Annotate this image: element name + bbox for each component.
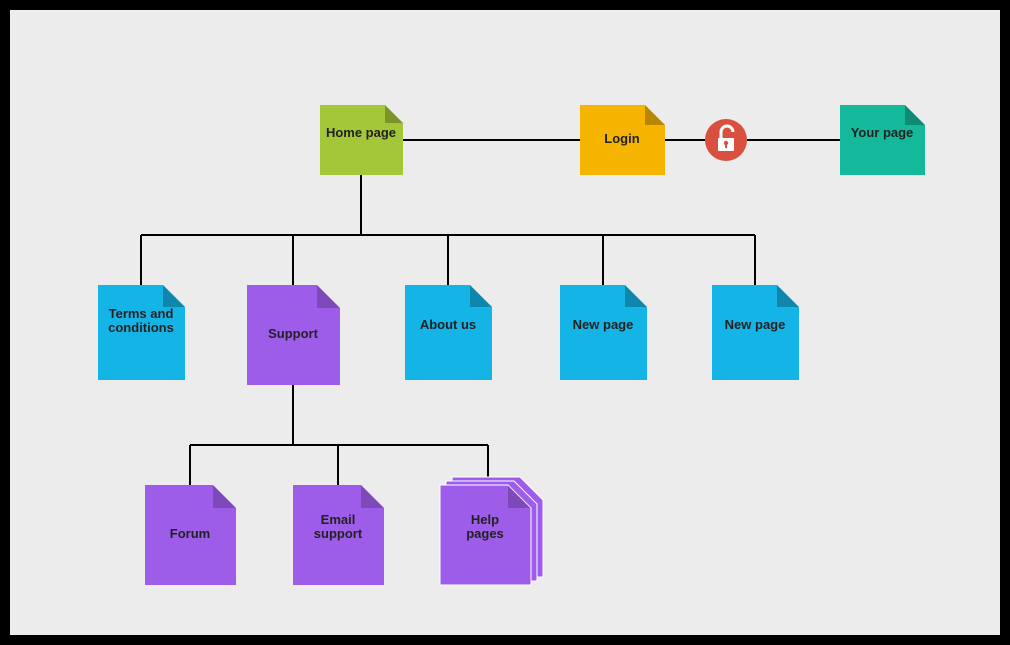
label-about-us: About us xyxy=(420,317,476,332)
label-your-page: Your page xyxy=(851,125,914,140)
label-forum: Forum xyxy=(170,526,210,541)
label-home-page: Home page xyxy=(326,125,396,140)
label-new-page-1: New page xyxy=(573,317,634,332)
node-about-us: About us xyxy=(405,285,492,380)
node-forum: Forum xyxy=(145,485,236,585)
label-login: Login xyxy=(604,131,639,146)
label-new-page-2: New page xyxy=(725,317,786,332)
node-home-page: Home page xyxy=(320,105,403,175)
label-support: Support xyxy=(268,326,318,341)
node-help-pages: Helppages xyxy=(440,477,543,585)
diagram-frame: Home page Login Your page Terms andcondi… xyxy=(0,0,1010,645)
node-new-page-1: New page xyxy=(560,285,647,380)
label-terms: Terms andconditions xyxy=(108,306,174,335)
node-email-support: Emailsupport xyxy=(293,485,384,585)
node-support: Support xyxy=(247,285,340,385)
unlock-icon xyxy=(705,119,747,161)
label-help-pages: Helppages xyxy=(466,512,504,541)
node-login: Login xyxy=(580,105,665,175)
node-terms-and-conditions: Terms andconditions xyxy=(98,285,185,380)
node-new-page-2: New page xyxy=(712,285,799,380)
node-your-page: Your page xyxy=(840,105,925,175)
